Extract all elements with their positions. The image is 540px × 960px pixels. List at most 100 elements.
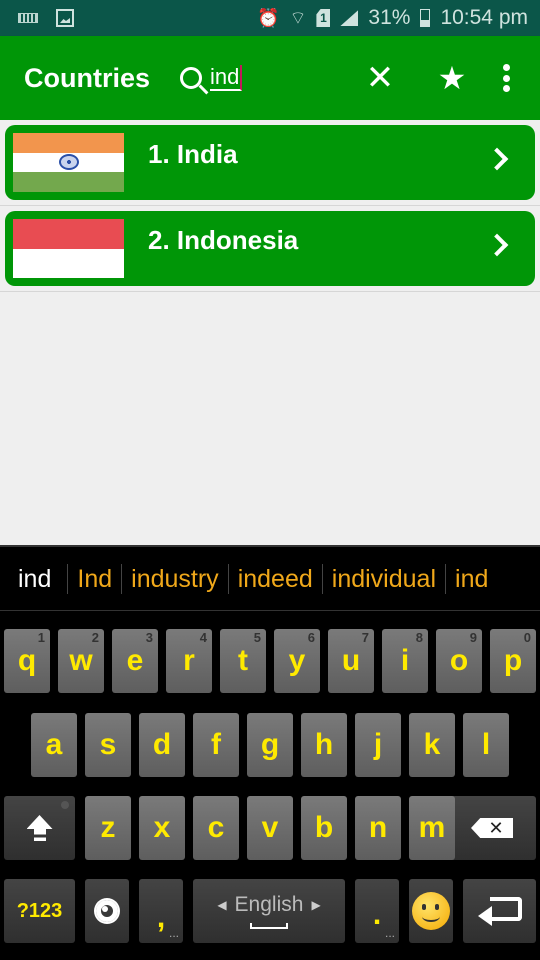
space-key[interactable]: ◀ English ▶ <box>193 879 345 943</box>
key-label: r <box>183 644 195 677</box>
key-v[interactable]: v <box>247 796 293 860</box>
caps-lock-indicator <box>61 801 69 809</box>
keyboard-icon <box>18 13 38 23</box>
key-g[interactable]: g <box>247 713 293 777</box>
suggestion[interactable]: indeed <box>227 563 322 594</box>
suggestion[interactable]: individual <box>321 563 445 594</box>
app-bar: Countries ind ✕ ★ <box>0 36 540 120</box>
key-label: b <box>314 811 334 844</box>
space-bar-icon <box>250 923 288 929</box>
ashoka-chakra-icon <box>58 154 79 171</box>
country-name: 1. India <box>148 139 238 169</box>
suggestion-typed[interactable]: ind <box>0 564 67 594</box>
enter-key[interactable] <box>463 879 536 943</box>
emoji-key[interactable] <box>409 879 453 943</box>
battery-icon <box>420 9 431 27</box>
key-label: n <box>368 811 388 844</box>
image-icon <box>56 9 74 27</box>
key-u[interactable]: u7 <box>328 629 374 693</box>
shift-icon <box>27 815 53 841</box>
symbols-key[interactable]: ?123 <box>4 879 75 943</box>
soft-keyboard: ind Ind industry indeed individual ind q… <box>0 545 540 960</box>
backspace-key[interactable]: ✕ <box>448 796 536 860</box>
search-field[interactable]: ind <box>180 65 243 91</box>
key-x[interactable]: x <box>139 796 185 860</box>
key-label: a <box>45 728 63 761</box>
key-hint: 8 <box>415 630 423 645</box>
suggestion[interactable]: Ind <box>67 563 121 594</box>
key-w[interactable]: w2 <box>58 629 104 693</box>
comma-key[interactable]: , ... <box>139 879 183 943</box>
shift-key[interactable] <box>4 796 75 860</box>
language-next-icon: ▶ <box>311 898 321 912</box>
key-d[interactable]: d <box>139 713 185 777</box>
signal-icon <box>340 10 359 26</box>
key-i[interactable]: i8 <box>382 629 428 693</box>
enter-icon <box>477 897 522 926</box>
key-hint: 7 <box>361 630 369 645</box>
key-label: c <box>207 811 225 844</box>
key-a[interactable]: a <box>31 713 77 777</box>
key-c[interactable]: c <box>193 796 239 860</box>
key-q[interactable]: q1 <box>4 629 50 693</box>
list-item[interactable]: 1. India <box>0 120 540 206</box>
key-label: f <box>211 728 221 761</box>
period-key[interactable]: . ... <box>355 879 399 943</box>
key-hint: 4 <box>199 630 207 645</box>
app-title: Countries <box>24 62 151 93</box>
smiley-emoji-icon <box>412 892 450 930</box>
language-label: English <box>234 893 304 916</box>
key-f[interactable]: f <box>193 713 239 777</box>
key-s[interactable]: s <box>85 713 131 777</box>
comma-label: , <box>156 901 166 934</box>
key-o[interactable]: o9 <box>436 629 482 693</box>
key-label: e <box>126 644 144 677</box>
key-hint: 1 <box>37 630 45 645</box>
india-flag-icon <box>13 133 124 192</box>
key-label: w <box>69 644 93 677</box>
suggestion[interactable]: ind <box>445 563 497 594</box>
key-label: k <box>423 728 441 761</box>
key-label: v <box>261 811 279 844</box>
key-label: g <box>260 728 280 761</box>
key-hint: 0 <box>523 630 531 645</box>
list-item[interactable]: 2. Indonesia <box>0 206 540 292</box>
chevron-right-icon <box>485 147 509 171</box>
search-input[interactable]: ind <box>210 65 243 91</box>
key-r[interactable]: r4 <box>166 629 212 693</box>
key-n[interactable]: n <box>355 796 401 860</box>
clear-search-button[interactable]: ✕ <box>360 61 400 95</box>
key-z[interactable]: z <box>85 796 131 860</box>
settings-icon <box>96 900 118 922</box>
key-y[interactable]: y6 <box>274 629 320 693</box>
suggestion[interactable]: industry <box>121 563 228 594</box>
key-l[interactable]: l <box>463 713 509 777</box>
key-b[interactable]: b <box>301 796 347 860</box>
country-name: 2. Indonesia <box>148 225 299 255</box>
key-hint: 3 <box>145 630 153 645</box>
indonesia-flag-icon <box>13 219 124 278</box>
status-bar: ⏰ ⌔ 1 31% 10:54 pm <box>0 0 540 36</box>
key-j[interactable]: j <box>355 713 401 777</box>
key-k[interactable]: k <box>409 713 455 777</box>
key-label: u <box>341 644 361 677</box>
country-card-india[interactable]: 1. India <box>5 125 535 200</box>
key-p[interactable]: p0 <box>490 629 536 693</box>
country-card-indonesia[interactable]: 2. Indonesia <box>5 211 535 286</box>
more-dots: ... <box>168 926 179 940</box>
key-label: o <box>449 644 469 677</box>
suggestion-strip: ind Ind industry indeed individual ind <box>0 545 540 611</box>
clock: 10:54 pm <box>440 6 528 29</box>
language-prev-icon: ◀ <box>217 898 227 912</box>
sim-icon: 1 <box>316 9 331 27</box>
key-label: p <box>503 644 523 677</box>
favorites-star-icon[interactable]: ★ <box>432 59 472 97</box>
key-t[interactable]: t5 <box>220 629 266 693</box>
more-options-icon[interactable] <box>496 64 516 92</box>
settings-key[interactable] <box>85 879 129 943</box>
key-m[interactable]: m <box>409 796 455 860</box>
more-dots: ... <box>384 926 395 940</box>
key-label: y <box>288 644 306 677</box>
key-h[interactable]: h <box>301 713 347 777</box>
key-e[interactable]: e3 <box>112 629 158 693</box>
